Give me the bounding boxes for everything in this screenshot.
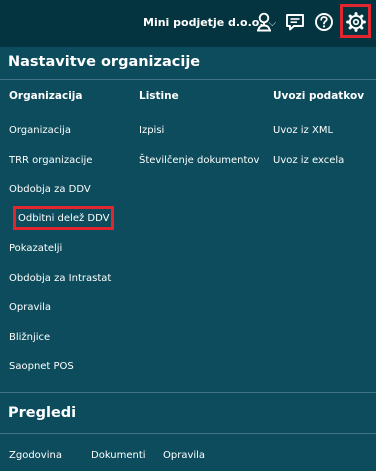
messages-icon[interactable] xyxy=(284,11,306,33)
menu-item-obdobja-intrastat[interactable]: Obdobja za Intrastat xyxy=(9,273,111,284)
column-header-uvozi: Uvozi podatkov xyxy=(273,90,365,102)
odbitni-delez-highlight-box xyxy=(13,206,114,230)
menu-item-saopnet-pos[interactable]: Saopnet POS xyxy=(9,361,74,372)
menu-item-uvoz-xml[interactable]: Uvoz iz XML xyxy=(273,125,333,136)
section-divider xyxy=(0,392,376,393)
menu-item-organizacija[interactable]: Organizacija xyxy=(9,125,71,136)
settings-menu-title: Nastavitve organizacije xyxy=(8,54,201,70)
menu-item-bliznjice[interactable]: Bližnjice xyxy=(9,332,50,343)
settings-icon[interactable] xyxy=(345,11,367,33)
help-icon[interactable] xyxy=(313,11,335,33)
column-header-organizacija: Organizacija xyxy=(9,90,83,102)
menu-item-trr-organizacije[interactable]: TRR organizacije xyxy=(9,155,92,166)
title-divider xyxy=(0,79,376,80)
menu-item-dokumenti[interactable]: Dokumenti xyxy=(91,450,146,461)
menu-item-izpisi[interactable]: Izpisi xyxy=(139,125,164,136)
menu-item-zgodovina[interactable]: Zgodovina xyxy=(9,450,62,461)
menu-item-opravila-pregledi[interactable]: Opravila xyxy=(163,450,205,461)
menu-item-opravila[interactable]: Opravila xyxy=(9,302,51,313)
menu-item-pokazatelji[interactable]: Pokazatelji xyxy=(9,243,62,254)
menu-item-uvoz-excel[interactable]: Uvoz iz excela xyxy=(273,155,344,166)
column-header-listine: Listine xyxy=(139,90,179,102)
menu-item-obdobja-ddv[interactable]: Obdobja za DDV xyxy=(9,184,91,195)
user-icon[interactable] xyxy=(253,11,275,33)
overviews-title: Pregledi xyxy=(8,405,77,421)
company-name: Mini podjetje d.o.o. xyxy=(143,16,264,29)
menu-item-stevilcenje-dokumentov[interactable]: Številčenje dokumentov xyxy=(139,155,259,166)
top-bar: Mini podjetje d.o.o. ⌵ xyxy=(0,0,376,47)
overviews-divider xyxy=(0,433,376,434)
